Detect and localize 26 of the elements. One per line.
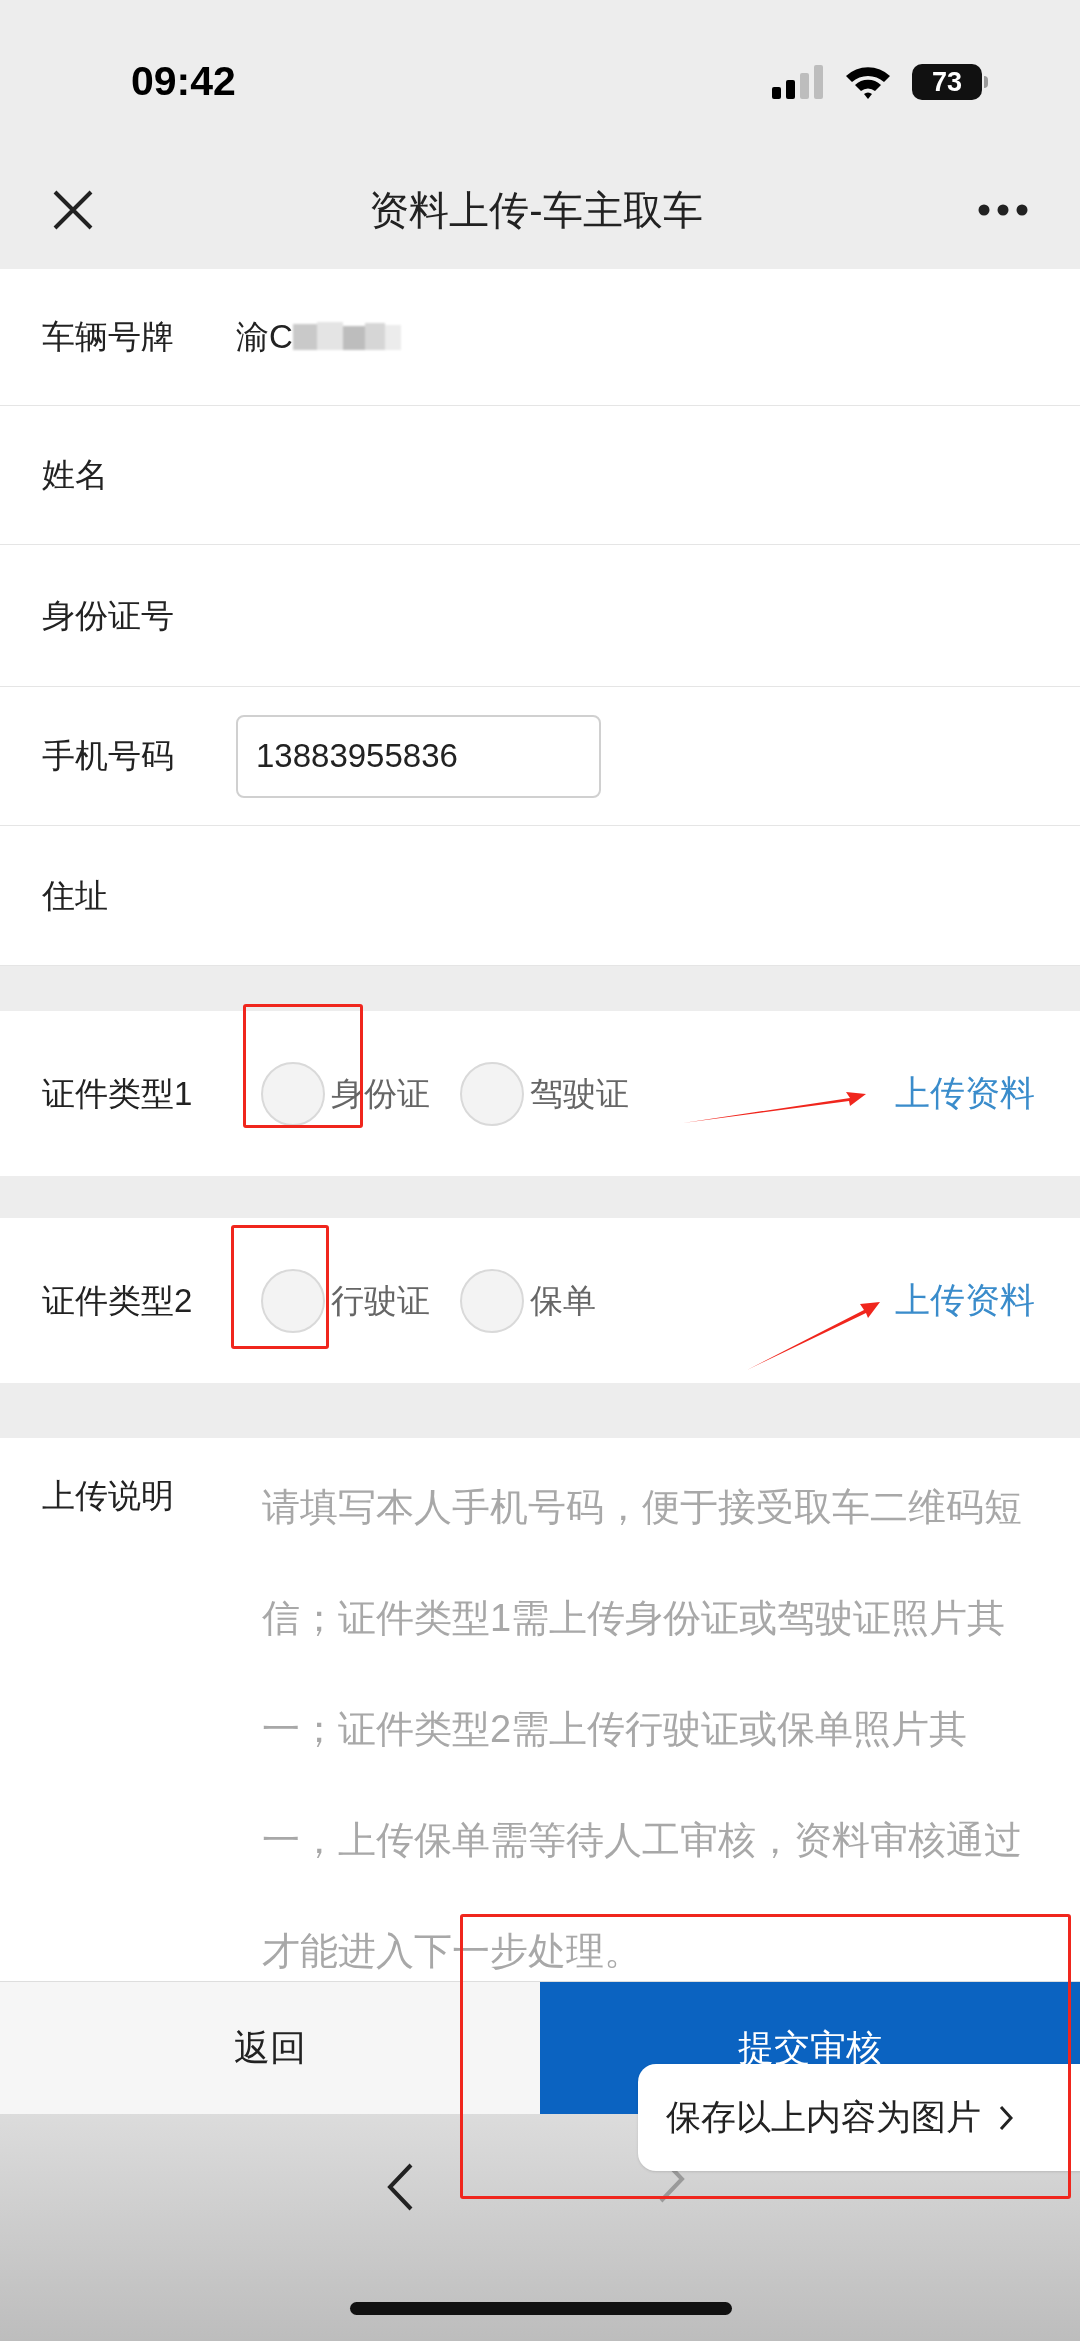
radio-label[interactable]: 行驶证	[331, 1275, 430, 1326]
chevron-right-icon	[999, 2104, 1013, 2131]
instructions-label: 上传说明	[42, 1476, 175, 1516]
page-title: 资料上传-车主取车	[369, 186, 703, 234]
back-icon[interactable]	[386, 2162, 414, 2212]
back-button[interactable]: 返回	[0, 1982, 540, 2114]
battery-indicator: 73	[912, 64, 988, 100]
field-label: 手机号码	[42, 736, 175, 777]
field-label: 证件类型1	[42, 1073, 194, 1114]
upload-link[interactable]: 上传资料	[895, 1274, 1035, 1327]
more-icon[interactable]	[978, 203, 1028, 216]
save-as-image-popup[interactable]: 保存以上内容为图片	[638, 2064, 1080, 2171]
wifi-icon	[844, 64, 892, 100]
field-label: 身份证号	[42, 595, 175, 636]
close-icon[interactable]	[52, 188, 94, 231]
field-label: 住址	[42, 875, 109, 916]
status-time: 09:42	[131, 57, 236, 107]
field-value: 渝C	[236, 317, 293, 358]
radio-label[interactable]: 驾驶证	[530, 1068, 629, 1119]
upload-link[interactable]: 上传资料	[895, 1067, 1035, 1120]
field-label: 证件类型2	[42, 1280, 194, 1321]
signal-icon	[772, 65, 824, 99]
field-label: 车辆号牌	[42, 317, 175, 358]
radio-label[interactable]: 保单	[530, 1275, 596, 1326]
phone-field[interactable]: 13883955836	[236, 714, 601, 798]
field-label: 姓名	[42, 455, 109, 496]
